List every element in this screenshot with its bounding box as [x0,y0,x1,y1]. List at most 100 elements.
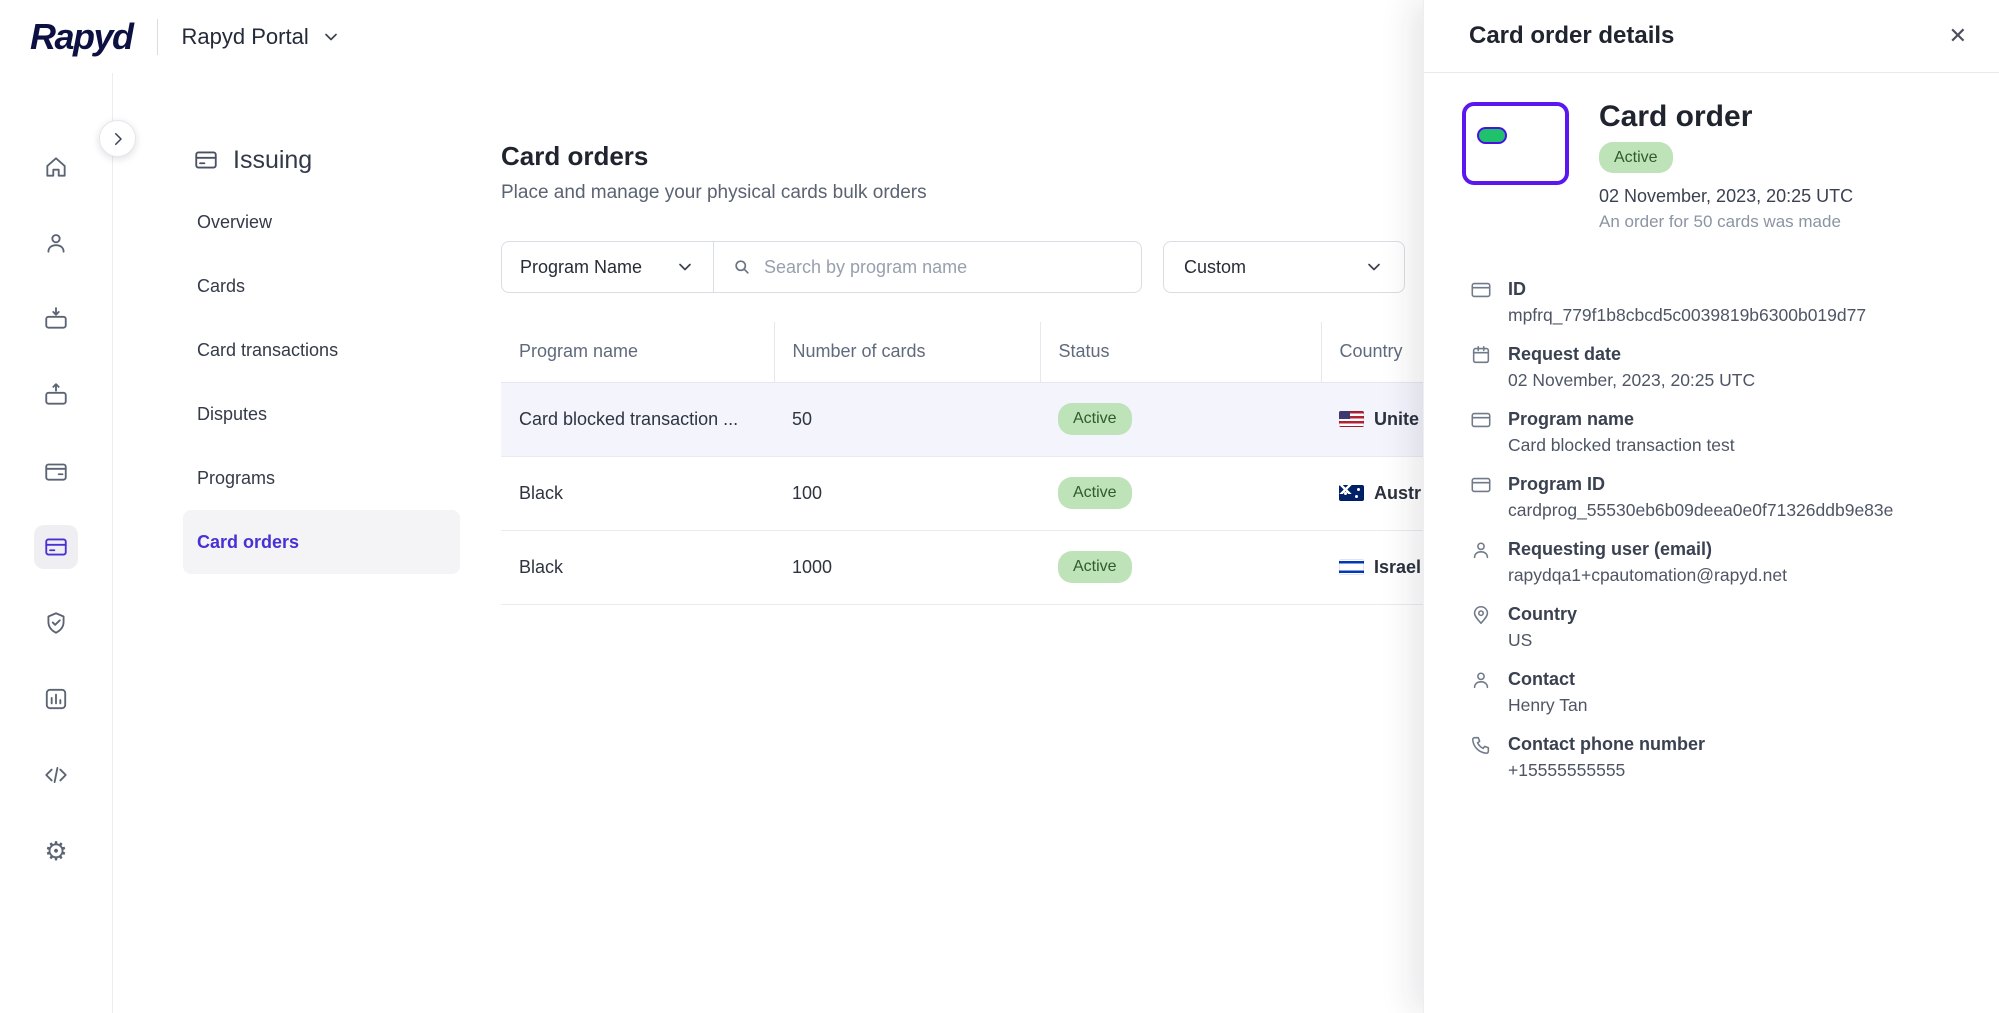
shield-check-icon [43,610,69,636]
detail-row-contact-phone: Contact phone number +15555555555 [1470,733,1963,781]
close-icon[interactable]: ✕ [1949,25,1967,47]
rail-item-developers[interactable] [34,753,78,797]
chevron-down-icon [1364,257,1384,277]
sidebar-item-programs[interactable]: Programs [183,446,460,510]
rapyd-logo[interactable]: Rapyd [30,16,133,58]
rail-item-analytics[interactable] [34,677,78,721]
chevron-right-icon [109,130,127,148]
detail-value: mpfrq_779f1b8cbcd5c0039819b6300b019d77 [1508,304,1866,326]
panel-header: Card order details ✕ [1424,0,1999,73]
rail-item-verify[interactable] [34,601,78,645]
country-label: Israel [1374,557,1421,578]
detail-label: Program ID [1508,473,1893,495]
detail-value: +15555555555 [1508,759,1705,781]
cell-number-of-cards: 100 [774,456,1040,530]
chevron-down-icon [321,27,341,47]
status-badge: Active [1058,477,1132,508]
user-icon [1470,539,1492,561]
card-icon [43,534,69,560]
cell-program-name: Black [501,530,774,604]
portal-name: Rapyd Portal [182,24,309,50]
detail-label: Requesting user (email) [1508,538,1787,560]
detail-value: Henry Tan [1508,694,1587,716]
detail-value: Card blocked transaction test [1508,434,1735,456]
column-header-number-of-cards: Number of cards [774,322,1040,382]
detail-label: Request date [1508,343,1755,365]
rail-item-collect[interactable] [34,297,78,341]
panel-title: Card order details [1469,22,1674,50]
portal-switcher[interactable]: Rapyd Portal [182,24,341,50]
rail-item-home[interactable] [34,145,78,189]
icon-rail: ⚙ [0,73,113,1013]
cell-program-name: Card blocked transaction ... [501,382,774,456]
status-badge: Active [1058,403,1132,434]
cell-status: Active [1040,382,1321,456]
sidebar-expand-button[interactable] [99,120,136,157]
order-date: 02 November, 2023, 20:25 UTC [1599,186,1853,207]
bar-chart-icon [43,686,69,712]
detail-row-contact: Contact Henry Tan [1470,668,1963,716]
detail-label: Country [1508,603,1577,625]
order-details-list: ID mpfrq_779f1b8cbcd5c0039819b6300b019d7… [1470,278,1963,781]
country-label: Austr [1374,483,1421,504]
us-flag-icon [1339,411,1364,427]
date-range-select[interactable]: Custom [1163,241,1405,293]
column-header-status: Status [1040,322,1321,382]
cell-status: Active [1040,530,1321,604]
card-deposit-icon [43,306,69,332]
home-icon [43,154,69,180]
card-icon [1470,474,1492,496]
rail-item-clients[interactable] [34,221,78,265]
sidebar-item-overview[interactable]: Overview [183,190,460,254]
status-badge: Active [1599,142,1673,173]
phone-icon [1470,734,1492,756]
sidebar-item-card-transactions[interactable]: Card transactions [183,318,460,382]
detail-label: Contact [1508,668,1587,690]
search-icon [732,257,752,277]
cell-status: Active [1040,456,1321,530]
gear-icon: ⚙ [44,838,67,864]
rail-item-wallet[interactable] [34,449,78,493]
detail-row-program-name: Program name Card blocked transaction te… [1470,408,1963,456]
wallet-icon [43,458,69,484]
subnav-header: Issuing [183,138,460,182]
page-subtitle: Place and manage your physical cards bul… [501,182,927,204]
australia-flag-icon [1339,485,1364,501]
search-box [714,242,1141,292]
program-name-select-value: Program Name [520,257,642,278]
top-bar: Rapyd Rapyd Portal [0,0,1423,73]
rail-item-settings[interactable]: ⚙ [34,829,78,873]
detail-value: US [1508,629,1577,651]
sidebar-item-disputes[interactable]: Disputes [183,382,460,446]
order-summary: An order for 50 cards was made [1599,212,1853,232]
card-payout-icon [43,382,69,408]
chevron-down-icon [675,257,695,277]
detail-label: Contact phone number [1508,733,1705,755]
column-header-program-name: Program name [501,322,774,382]
search-input[interactable] [764,257,1123,278]
user-icon [1470,669,1492,691]
detail-label: Program name [1508,408,1735,430]
detail-value: 02 November, 2023, 20:25 UTC [1508,369,1755,391]
detail-row-id: ID mpfrq_779f1b8cbcd5c0039819b6300b019d7… [1470,278,1963,326]
logo-separator [157,19,158,55]
cell-number-of-cards: 1000 [774,530,1040,604]
sidebar-item-cards[interactable]: Cards [183,254,460,318]
status-badge: Active [1058,551,1132,582]
cell-number-of-cards: 50 [774,382,1040,456]
detail-row-requesting-user: Requesting user (email) rapydqa1+cpautom… [1470,538,1963,586]
cell-program-name: Black [501,456,774,530]
program-name-select[interactable]: Program Name [502,242,714,292]
sidebar-item-card-orders[interactable]: Card orders [183,510,460,574]
card-icon [1470,279,1492,301]
rail-item-disburse[interactable] [34,373,78,417]
detail-value: cardprog_55530eb6b09deea0e0f71326ddb9e83… [1508,499,1893,521]
user-icon [43,230,69,256]
detail-label: ID [1508,278,1866,300]
subnav-title: Issuing [233,146,312,175]
rail-item-issuing[interactable] [34,525,78,569]
card-illustration [1462,102,1569,185]
code-icon [43,762,69,788]
detail-row-program-id: Program ID cardprog_55530eb6b09deea0e0f7… [1470,473,1963,521]
israel-flag-icon [1339,559,1364,575]
